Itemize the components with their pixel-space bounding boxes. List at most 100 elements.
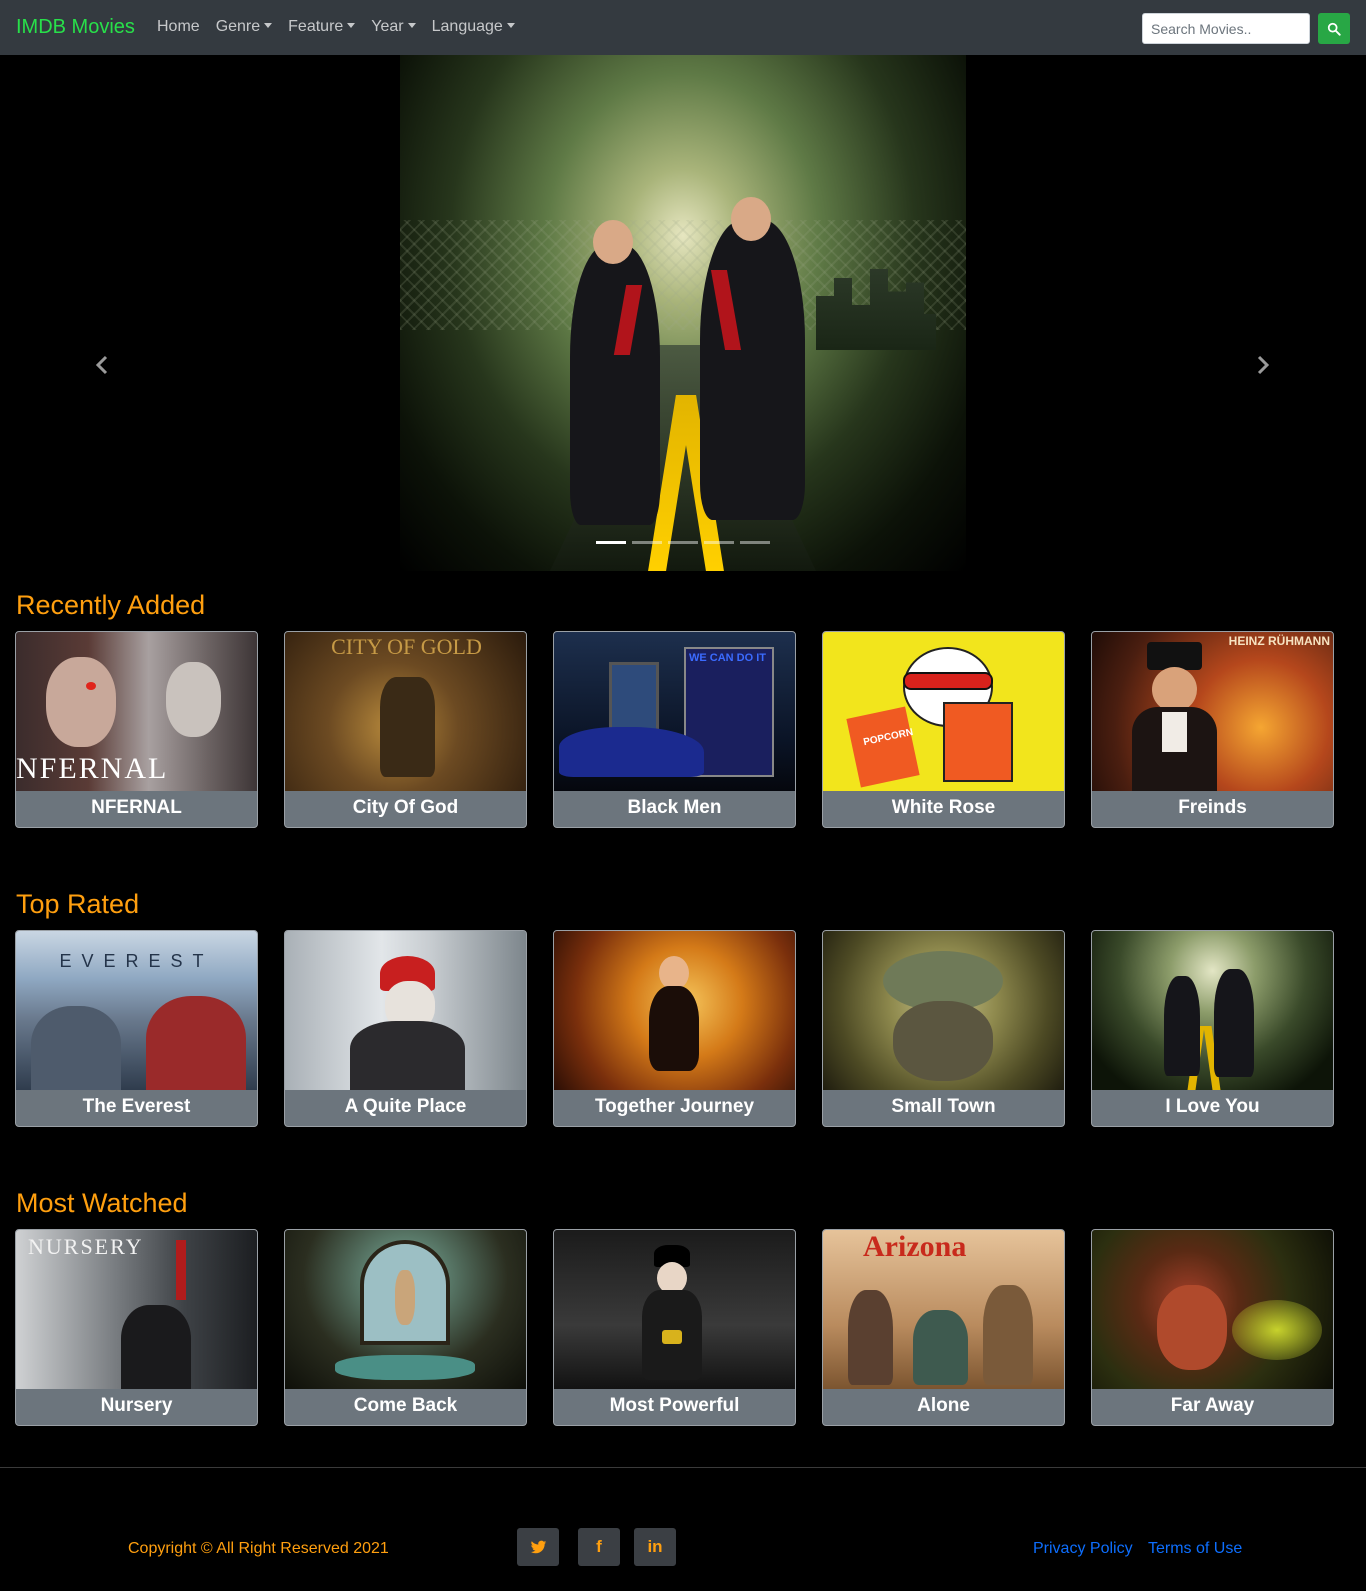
section-title-recently-added: Recently Added <box>16 590 206 620</box>
movie-title: Small Town <box>891 1096 996 1117</box>
hero-man <box>700 220 805 520</box>
movie-title: Black Men <box>627 797 722 818</box>
movie-card[interactable]: Come Back <box>284 1229 527 1426</box>
movie-title: White Rose <box>891 797 996 818</box>
poster-text: NURSERY <box>28 1234 144 1259</box>
movie-card[interactable]: I Love You <box>1091 930 1334 1127</box>
movie-card[interactable]: HEINZ RÜHMANN Freinds <box>1091 631 1334 828</box>
movie-row-top-rated: EVEREST The Everest A Quite Place Togeth… <box>15 930 1334 1127</box>
movie-poster: EVEREST <box>16 931 257 1090</box>
carousel-indicator[interactable] <box>632 541 662 544</box>
poster-text: HEINZ RÜHMANN <box>1228 634 1330 648</box>
movie-title: NFERNAL <box>91 797 182 818</box>
nav-genre-dropdown[interactable]: Genre <box>215 18 273 36</box>
privacy-policy-link[interactable]: Privacy Policy <box>1033 1540 1133 1558</box>
movie-poster: NFERNAL <box>16 632 257 791</box>
poster-text: NFERNAL <box>16 752 169 785</box>
linkedin-icon: in <box>647 1537 663 1556</box>
nav-home-label: Home <box>157 18 200 35</box>
movie-poster <box>554 931 795 1090</box>
movie-poster: NURSERY <box>16 1230 257 1389</box>
movie-card[interactable]: Small Town <box>822 930 1065 1127</box>
movie-card[interactable]: A Quite Place <box>284 930 527 1127</box>
movie-title: City Of God <box>352 797 459 818</box>
chevron-right-icon <box>1257 355 1270 375</box>
movie-card[interactable]: WE CAN DO IT Black Men <box>553 631 796 828</box>
movie-title: Together Journey <box>594 1096 755 1117</box>
movie-title: Nursery <box>100 1395 173 1416</box>
carousel-indicator[interactable] <box>704 541 734 544</box>
carousel-indicator[interactable] <box>668 541 698 544</box>
poster-text: CITY OF GOLD <box>331 634 482 659</box>
carousel-indicator[interactable] <box>740 541 770 544</box>
carousel-indicator[interactable] <box>596 541 626 544</box>
search-input[interactable] <box>1142 13 1310 44</box>
movie-poster: WE CAN DO IT <box>554 632 795 791</box>
chevron-down-icon <box>506 22 515 28</box>
movie-title: Come Back <box>353 1395 458 1416</box>
chevron-down-icon <box>347 22 356 28</box>
movie-poster: CITY OF GOLD <box>285 632 526 791</box>
twitter-icon <box>530 1540 546 1553</box>
linkedin-button[interactable]: in <box>634 1528 676 1566</box>
poster-text: Arizona <box>863 1230 967 1263</box>
nav-feature-label: Feature <box>288 18 344 35</box>
chevron-down-icon <box>264 22 273 28</box>
facebook-icon: f <box>596 1537 602 1556</box>
movie-poster <box>554 1230 795 1389</box>
brand-logo[interactable]: IMDB Movies <box>16 16 135 39</box>
movie-poster: Arizona <box>823 1230 1064 1389</box>
movie-title: I Love You <box>1165 1096 1260 1117</box>
search-icon <box>1327 22 1341 36</box>
terms-of-use-link[interactable]: Terms of Use <box>1148 1540 1242 1558</box>
facebook-button[interactable]: f <box>578 1528 620 1566</box>
section-title-top-rated: Top Rated <box>16 889 140 919</box>
movie-poster <box>823 931 1064 1090</box>
hero-woman <box>570 245 660 525</box>
chevron-down-icon <box>407 22 416 28</box>
carousel-prev-button[interactable] <box>92 353 112 377</box>
movie-card[interactable]: EVEREST The Everest <box>15 930 258 1127</box>
search-button[interactable] <box>1318 13 1350 44</box>
movie-card[interactable]: Most Powerful <box>553 1229 796 1426</box>
nav-menu: Home Genre Feature Year Language <box>157 18 531 36</box>
carousel-indicators <box>596 541 770 544</box>
movie-row-recently-added: NFERNAL NFERNAL CITY OF GOLD City Of God… <box>15 631 1334 828</box>
movie-title: Far Away <box>1170 1395 1255 1416</box>
hero-woman-head <box>593 220 633 264</box>
poster-text: WE CAN DO IT <box>689 652 766 664</box>
chevron-left-icon <box>95 355 108 375</box>
movie-title: The Everest <box>82 1096 191 1117</box>
movie-card[interactable]: Far Away <box>1091 1229 1334 1426</box>
movie-poster <box>285 1230 526 1389</box>
movie-card[interactable]: NFERNAL NFERNAL <box>15 631 258 828</box>
movie-card[interactable]: NURSERY Nursery <box>15 1229 258 1426</box>
footer-divider <box>0 1467 1366 1468</box>
nav-language-label: Language <box>431 18 503 35</box>
hero-slide-image <box>400 55 966 571</box>
movie-card[interactable]: Together Journey <box>553 930 796 1127</box>
movie-row-most-watched: NURSERY Nursery Come Back Most Powerful … <box>15 1229 1334 1426</box>
movie-poster: HEINZ RÜHMANN <box>1092 632 1333 791</box>
movie-title: A Quite Place <box>344 1096 467 1117</box>
movie-card[interactable]: POPCORN White Rose <box>822 631 1065 828</box>
carousel-next-button[interactable] <box>1253 353 1273 377</box>
nav-year-label: Year <box>371 18 404 35</box>
twitter-button[interactable] <box>517 1528 559 1566</box>
hero-carousel <box>0 55 1366 571</box>
movie-card[interactable]: Arizona Alone <box>822 1229 1065 1426</box>
movie-title: Alone <box>917 1395 970 1416</box>
nav-year-dropdown[interactable]: Year <box>371 18 416 36</box>
movie-poster <box>1092 1230 1333 1389</box>
nav-language-dropdown[interactable]: Language <box>432 18 515 36</box>
movie-title: Freinds <box>1178 797 1247 818</box>
nav-feature-dropdown[interactable]: Feature <box>288 18 356 36</box>
movie-poster <box>1092 931 1333 1090</box>
section-title-most-watched: Most Watched <box>16 1188 188 1218</box>
movie-card[interactable]: CITY OF GOLD City Of God <box>284 631 527 828</box>
hero-man-head <box>731 197 771 241</box>
movie-poster: POPCORN <box>823 632 1064 791</box>
poster-text: EVEREST <box>59 951 214 971</box>
nav-home[interactable]: Home <box>157 18 200 36</box>
nav-genre-label: Genre <box>215 18 261 35</box>
